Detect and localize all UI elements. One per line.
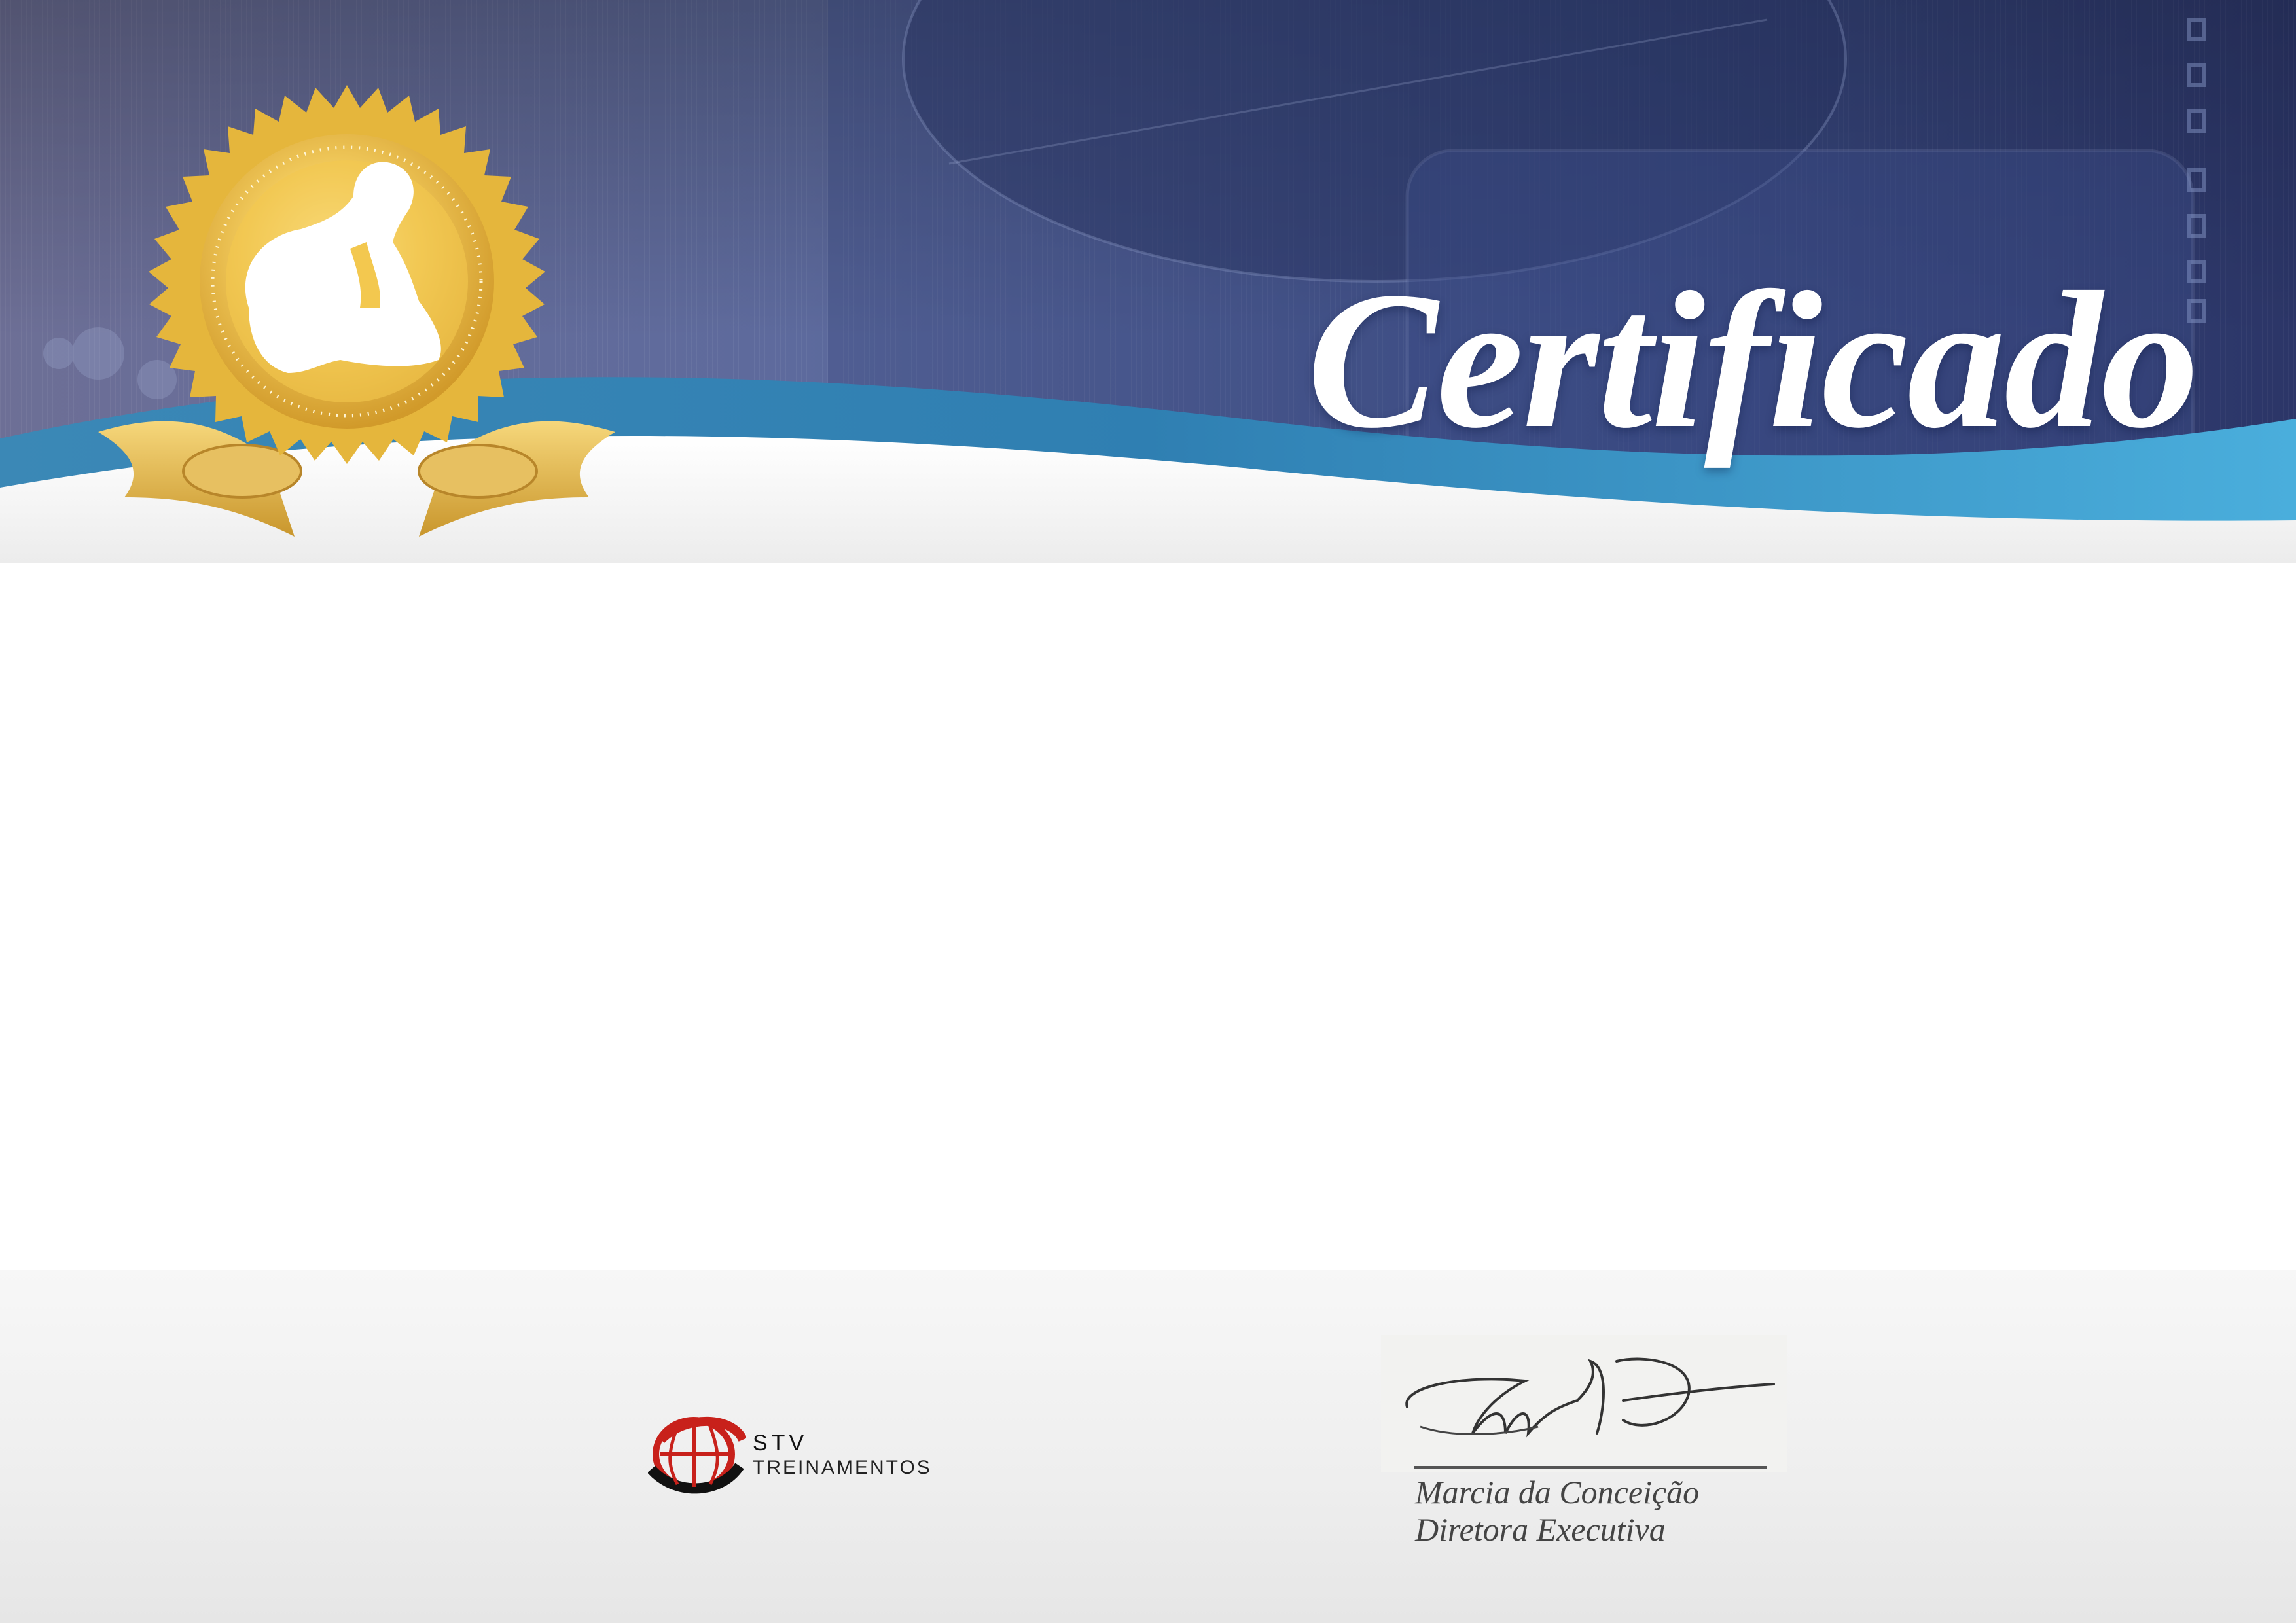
signer-role: Diretora Executiva xyxy=(1415,1511,1666,1548)
stv-logo: STV TREINAMENTOS xyxy=(648,1407,962,1499)
logo-line-2: TREINAMENTOS xyxy=(753,1457,932,1478)
signer-name: Marcia da Conceição xyxy=(1415,1474,1700,1510)
gold-seal-icon xyxy=(98,85,615,537)
certificate-body xyxy=(0,563,2296,1270)
signature-line xyxy=(1414,1466,1767,1469)
signature-image xyxy=(1381,1335,1787,1472)
certificate-footer xyxy=(0,1270,2296,1623)
certificate-header: Certificado xyxy=(0,0,2296,563)
logo-line-1: STV xyxy=(753,1431,808,1455)
certificate-title: Certificado xyxy=(1306,251,2199,469)
signature-block: Marcia da Conceição Diretora Executiva xyxy=(1381,1335,1787,1558)
globe-logo-icon xyxy=(648,1416,746,1494)
